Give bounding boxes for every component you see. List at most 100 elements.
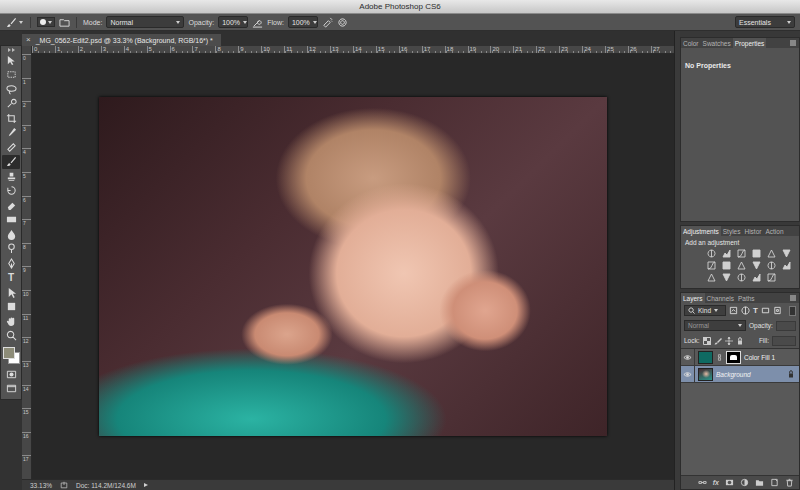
export-icon[interactable] <box>60 481 68 489</box>
tool-button[interactable] <box>2 184 20 199</box>
pressure-size-icon[interactable] <box>337 17 348 28</box>
layer-style-button[interactable]: fx <box>713 479 719 486</box>
filter-smart-icon[interactable] <box>773 306 782 315</box>
workspace-dropdown[interactable]: Essentials <box>735 16 795 28</box>
lock-pixels-icon[interactable] <box>714 337 722 345</box>
fill-field[interactable] <box>772 336 796 346</box>
filter-kind-dropdown[interactable]: Kind <box>684 305 726 316</box>
panel-tab[interactable]: Histor <box>742 226 763 236</box>
panel-menu-icon[interactable] <box>789 39 797 47</box>
exposure-icon[interactable] <box>752 249 761 258</box>
canvas-area[interactable] <box>32 54 674 479</box>
hue-saturation-icon[interactable] <box>707 261 716 270</box>
tool-button[interactable] <box>2 140 20 155</box>
add-mask-icon[interactable] <box>725 478 734 487</box>
lock-position-icon[interactable] <box>725 337 733 345</box>
ruler-origin[interactable] <box>22 46 32 54</box>
link-layers-icon[interactable] <box>698 478 707 487</box>
vibrance-icon[interactable] <box>767 249 776 258</box>
tool-button[interactable] <box>2 68 20 83</box>
lock-transparency-icon[interactable] <box>703 337 711 345</box>
filter-shape-icon[interactable] <box>761 306 770 315</box>
black-white-icon[interactable] <box>737 261 746 270</box>
color-swatches[interactable] <box>2 346 20 364</box>
levels-icon[interactable] <box>722 249 731 258</box>
tool-button[interactable] <box>2 169 20 184</box>
flow-field[interactable]: 100% <box>288 16 318 28</box>
link-icon[interactable] <box>716 354 723 361</box>
panel-tab[interactable]: Paths <box>736 293 757 303</box>
triangle-icon[interactable] <box>782 249 791 258</box>
layer-row[interactable]: Color Fill 1 <box>681 349 799 366</box>
airbrush-icon[interactable] <box>322 17 333 28</box>
photo[interactable] <box>99 97 607 436</box>
layer-thumbnail[interactable] <box>698 351 713 364</box>
invert-icon[interactable] <box>707 273 716 282</box>
panel-tab[interactable]: Color <box>681 38 701 48</box>
channel-mixer-icon[interactable] <box>767 261 776 270</box>
filter-toggle[interactable] <box>789 306 796 316</box>
lock-all-icon[interactable] <box>736 337 744 345</box>
tool-button[interactable] <box>2 155 20 170</box>
layer-mask-thumbnail[interactable] <box>726 351 741 364</box>
foreground-color-swatch[interactable] <box>3 347 15 359</box>
photo-filter-icon[interactable] <box>752 261 761 270</box>
layer-row[interactable]: Background <box>681 366 799 383</box>
new-layer-icon[interactable] <box>770 478 779 487</box>
mode-dropdown[interactable]: Normal <box>106 16 184 28</box>
tool-button[interactable] <box>2 82 20 97</box>
filter-type-button[interactable]: T <box>753 307 758 315</box>
document-tab[interactable]: × _MG_0562-Edit2.psd @ 33.3% (Background… <box>22 34 221 46</box>
panel-tab[interactable]: Adjustments <box>681 226 721 236</box>
blend-mode-dropdown[interactable]: Normal <box>684 320 746 331</box>
tool-preset-picker[interactable] <box>5 17 24 28</box>
brush-panel-icon[interactable] <box>59 17 70 28</box>
brush-preset-picker[interactable] <box>37 17 55 27</box>
panel-tab[interactable]: Channels <box>705 293 736 303</box>
visibility-toggle[interactable] <box>681 366 695 382</box>
trash-icon[interactable] <box>785 478 794 487</box>
opacity-field[interactable]: 100% <box>218 16 248 28</box>
panel-tab[interactable]: Layers <box>681 293 705 303</box>
panel-tab[interactable]: Properties <box>733 38 767 48</box>
tool-button[interactable] <box>2 53 20 68</box>
tool-button[interactable] <box>2 126 20 141</box>
new-adjustment-icon[interactable] <box>740 478 749 487</box>
zoom-level[interactable]: 33.13% <box>30 482 52 489</box>
gradient-map-icon[interactable] <box>752 273 761 282</box>
tool-button[interactable] <box>2 285 20 300</box>
tool-button[interactable] <box>2 111 20 126</box>
panel-tab[interactable]: Styles <box>721 226 743 236</box>
layer-thumbnail[interactable] <box>698 368 713 381</box>
tool-button[interactable] <box>2 314 20 329</box>
panel-menu-icon[interactable] <box>789 294 797 302</box>
tool-button[interactable] <box>2 329 20 344</box>
posterize-icon[interactable] <box>722 273 731 282</box>
tool-button[interactable] <box>2 213 20 228</box>
quick-mask-button[interactable] <box>2 367 20 382</box>
folder-icon[interactable] <box>755 478 764 487</box>
color-lookup-icon[interactable] <box>782 261 791 270</box>
threshold-icon[interactable] <box>737 273 746 282</box>
screen-mode-button[interactable] <box>2 382 20 397</box>
tool-button[interactable]: T <box>2 271 20 286</box>
pressure-opacity-icon[interactable] <box>252 17 263 28</box>
filter-pixel-icon[interactable] <box>729 306 738 315</box>
filter-adjustment-icon[interactable] <box>741 306 750 315</box>
collapse-toolbar-button[interactable] <box>8 47 15 53</box>
tool-button[interactable] <box>2 198 20 213</box>
curves-icon[interactable] <box>737 249 746 258</box>
layer-opacity-field[interactable] <box>776 321 796 331</box>
tool-button[interactable] <box>2 227 20 242</box>
status-menu-icon[interactable] <box>144 483 148 487</box>
color-balance-icon[interactable] <box>722 261 731 270</box>
panel-tab[interactable]: Action <box>763 226 785 236</box>
tool-button[interactable] <box>2 300 20 315</box>
brightness-icon[interactable] <box>707 249 716 258</box>
tool-button[interactable] <box>2 256 20 271</box>
selective-color-icon[interactable] <box>767 273 776 282</box>
tool-button[interactable] <box>2 97 20 112</box>
close-tab-button[interactable]: × <box>26 36 31 44</box>
panel-tab[interactable]: Swatches <box>701 38 733 48</box>
tool-button[interactable] <box>2 242 20 257</box>
